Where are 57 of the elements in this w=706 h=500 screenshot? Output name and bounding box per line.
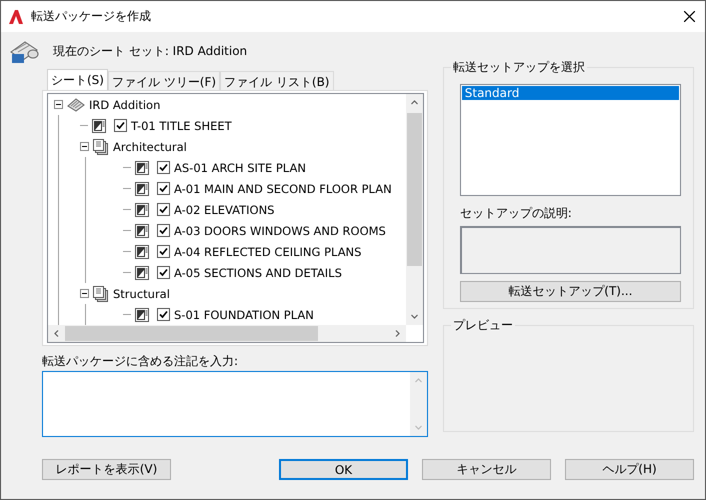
sheet-icon — [135, 244, 149, 258]
checkbox[interactable] — [157, 245, 170, 258]
subset-label[interactable]: Structural — [113, 286, 170, 300]
subset-label[interactable]: Architectural — [113, 140, 187, 154]
scroll-down-icon[interactable] — [410, 313, 418, 320]
stacked-pages-icon — [93, 286, 109, 302]
current-sheet-set-label: 現在のシート セット: IRD Addition — [53, 42, 248, 60]
notes-field[interactable] — [42, 371, 428, 437]
collapse-icon[interactable] — [80, 142, 89, 151]
description-label: セットアップの説明: — [460, 205, 573, 222]
collapse-icon[interactable] — [54, 100, 63, 109]
checkbox[interactable] — [157, 203, 170, 216]
dialog-button[interactable]: OK — [279, 459, 408, 480]
sheet-set-label[interactable]: IRD Addition — [89, 98, 160, 112]
sheet-label[interactable]: S-01 FOUNDATION PLAN — [174, 308, 314, 322]
sheet-icon — [135, 182, 149, 196]
notes-label: 転送パッケージに含める注記を入力: — [42, 353, 240, 370]
sheet-icon — [135, 160, 149, 174]
group-title: 転送セットアップを選択 — [452, 59, 586, 76]
checkbox[interactable] — [157, 182, 170, 195]
sheet-label[interactable]: A-03 DOORS WINDOWS AND ROOMS — [174, 224, 386, 238]
rolled-paper-icon — [67, 98, 85, 112]
tab[interactable]: ファイル リスト(B) — [220, 71, 334, 90]
scroll-up-icon[interactable] — [410, 99, 418, 106]
sheet-label[interactable]: AS-01 ARCH SITE PLAN — [174, 160, 306, 174]
checkbox[interactable] — [157, 161, 170, 174]
checkbox[interactable] — [157, 224, 170, 237]
sheet-label[interactable]: A-05 SECTIONS AND DETAILS — [174, 266, 342, 280]
sheet-icon — [135, 202, 149, 216]
sheet-icon — [135, 308, 149, 322]
sheet-label[interactable]: A-01 MAIN AND SECOND FLOOR PLAN — [174, 182, 392, 196]
dialog-button[interactable]: レポートを表示(V) — [42, 459, 171, 480]
sheet-icon — [135, 224, 149, 238]
stacked-pages-icon — [93, 138, 109, 154]
sheet-label[interactable]: A-04 REFLECTED CEILING PLANS — [174, 244, 362, 258]
tab[interactable]: ファイル ツリー(F) — [108, 71, 220, 90]
app-logo-icon — [9, 10, 23, 24]
window-title: 転送パッケージを作成 — [31, 8, 152, 25]
checkbox[interactable] — [157, 308, 170, 321]
scroll-right-icon[interactable] — [394, 330, 401, 337]
scroll-left-icon[interactable] — [53, 330, 60, 337]
group-title: プレビュー — [452, 317, 514, 334]
sheet-label[interactable]: A-02 ELEVATIONS — [174, 202, 274, 216]
sheet-icon — [92, 118, 106, 132]
dialog-button[interactable]: キャンセル — [422, 459, 551, 480]
checkbox[interactable] — [157, 266, 170, 279]
horizontal-scrollbar[interactable] — [48, 325, 406, 342]
collapse-icon[interactable] — [80, 289, 89, 298]
dialog-button[interactable]: ヘルプ(H) — [565, 459, 694, 480]
list-item[interactable]: Standard — [462, 86, 679, 100]
vertical-scrollbar[interactable] — [406, 94, 423, 325]
setup-button[interactable]: 転送セットアップ(T)... — [460, 281, 681, 302]
checkbox[interactable] — [114, 119, 127, 132]
tab[interactable]: シート(S) — [47, 69, 108, 90]
sheet-icon — [135, 266, 149, 280]
close-icon[interactable] — [684, 11, 695, 22]
sheet-label[interactable]: T-01 TITLE SHEET — [131, 118, 232, 132]
